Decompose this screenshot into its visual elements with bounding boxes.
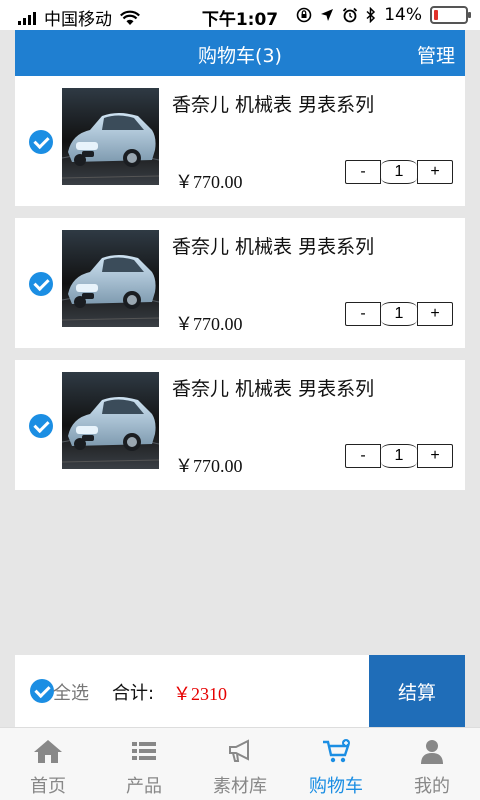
total-value: ￥2310	[173, 684, 227, 704]
checkout-bar: 全选 合计: ￥2310 结算	[15, 655, 465, 727]
quantity-stepper: -1 +	[345, 302, 453, 326]
tab-label: 素材库	[213, 776, 267, 797]
page-title: 购物车(3)	[198, 45, 282, 67]
rotation-lock-icon	[296, 7, 312, 23]
tab-bar: 首页 产品 素材库 购物车 我的	[0, 727, 480, 800]
battery-percent: 14%	[384, 5, 422, 25]
total-label: 合计:	[112, 683, 155, 704]
bluetooth-icon	[366, 7, 376, 23]
cart-icon	[320, 738, 352, 764]
manage-button[interactable]: 管理	[417, 41, 455, 68]
item-checkbox[interactable]	[29, 272, 53, 296]
increase-quantity-button[interactable]: +	[417, 444, 453, 468]
cart-item: 香奈儿 机械表 男表系列 ￥770.00 -1 +	[15, 218, 465, 348]
decrease-quantity-button[interactable]: -	[345, 302, 381, 326]
user-icon	[416, 738, 448, 764]
tab-list[interactable]: 产品	[96, 728, 192, 800]
select-all-checkbox[interactable]	[30, 679, 54, 703]
item-checkbox[interactable]	[29, 414, 53, 438]
location-icon	[321, 9, 334, 21]
product-thumbnail[interactable]	[62, 372, 159, 469]
cart-item: 香奈儿 机械表 男表系列 ￥770.00 -1 +	[15, 76, 465, 206]
quantity-value[interactable]: 1	[381, 160, 417, 184]
screen: 中国移动 下午1:07 14% 购物车(3) 管理 香奈儿 机械表 男表系列 ￥…	[0, 0, 480, 800]
product-price: ￥770.00	[175, 172, 243, 192]
product-thumbnail[interactable]	[62, 88, 159, 185]
product-price: ￥770.00	[175, 456, 243, 476]
tab-home[interactable]: 首页	[0, 728, 96, 800]
megaphone-icon	[224, 738, 256, 764]
tab-label: 首页	[30, 776, 66, 797]
increase-quantity-button[interactable]: +	[417, 302, 453, 326]
quantity-stepper: -1 +	[345, 444, 453, 468]
product-thumbnail[interactable]	[62, 230, 159, 327]
header: 购物车(3) 管理	[15, 30, 465, 76]
product-price: ￥770.00	[175, 314, 243, 334]
decrease-quantity-button[interactable]: -	[345, 444, 381, 468]
decrease-quantity-button[interactable]: -	[345, 160, 381, 184]
battery-icon	[430, 6, 471, 24]
quantity-stepper: -1 +	[345, 160, 453, 184]
status-bar: 中国移动 下午1:07 14%	[0, 0, 480, 30]
select-all-label[interactable]: 全选	[53, 679, 89, 705]
tab-label: 购物车	[309, 776, 363, 797]
status-right: 14%	[296, 5, 471, 25]
tab-label: 产品	[126, 776, 162, 797]
cart-list: 香奈儿 机械表 男表系列 ￥770.00-1 + 香奈儿 机械表 男表系列 ￥770.…	[15, 76, 465, 502]
cart-item: 香奈儿 机械表 男表系列 ￥770.00 -1 +	[15, 360, 465, 490]
item-checkbox[interactable]	[29, 130, 53, 154]
product-name[interactable]: 香奈儿 机械表 男表系列	[172, 90, 374, 117]
tab-user[interactable]: 我的	[384, 728, 480, 800]
tab-label: 我的	[414, 776, 450, 797]
product-name[interactable]: 香奈儿 机械表 男表系列	[172, 232, 374, 259]
alarm-icon	[343, 7, 358, 23]
quantity-value[interactable]: 1	[381, 444, 417, 468]
tab-cart[interactable]: 购物车	[288, 728, 384, 800]
home-icon	[32, 738, 64, 764]
quantity-value[interactable]: 1	[381, 302, 417, 326]
tab-megaphone[interactable]: 素材库	[192, 728, 288, 800]
battery-fill	[434, 10, 439, 20]
list-icon	[128, 738, 160, 764]
product-name[interactable]: 香奈儿 机械表 男表系列	[172, 374, 374, 401]
checkout-button[interactable]: 结算	[369, 655, 465, 727]
increase-quantity-button[interactable]: +	[417, 160, 453, 184]
